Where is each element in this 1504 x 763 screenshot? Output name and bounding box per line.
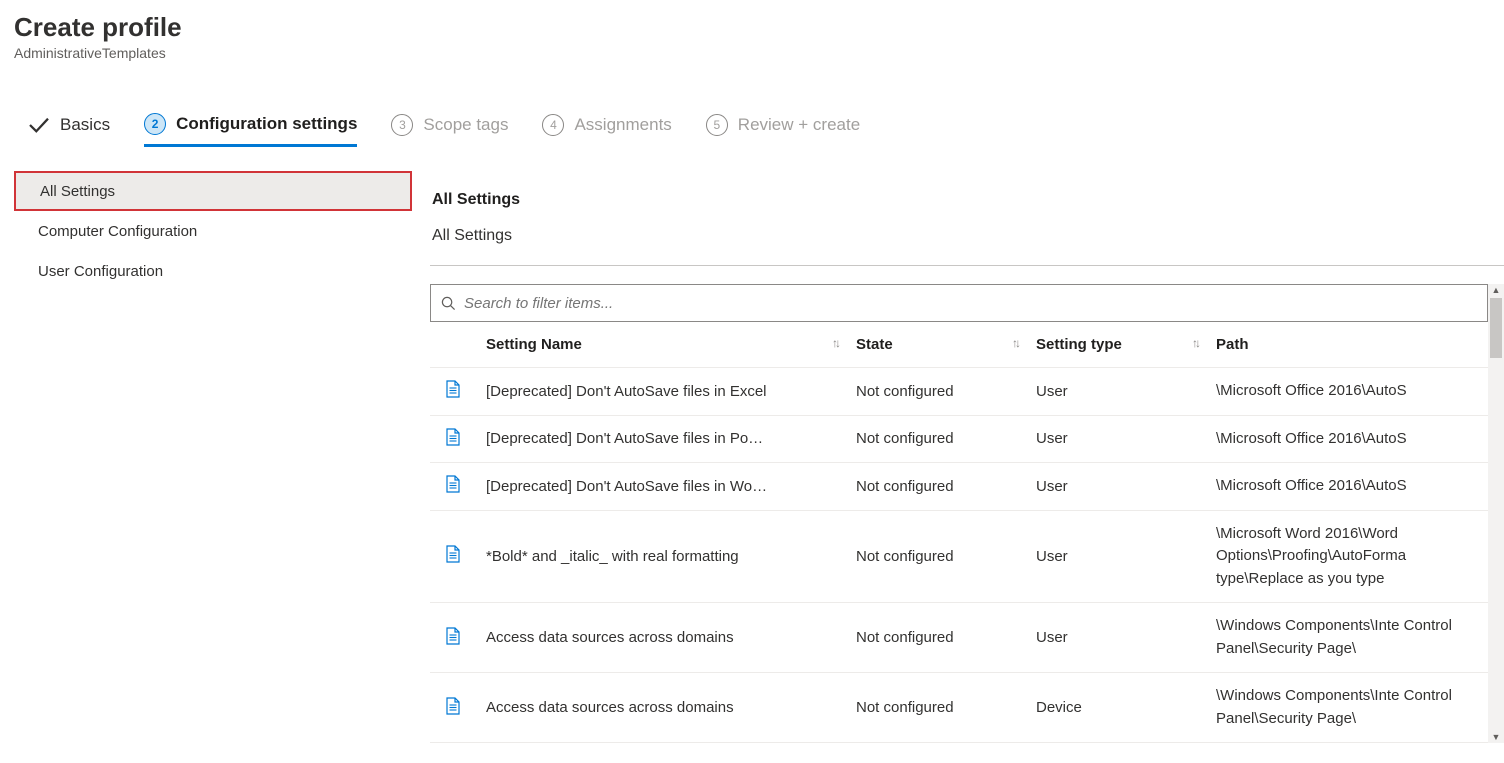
category-sidebar: All SettingsComputer ConfigurationUser C… [14,171,412,743]
setting-name-cell: Access data sources across domains [478,603,848,673]
wizard-step-label: Basics [60,115,110,135]
setting-path-cell: \Microsoft Office 2016\AutoS [1208,368,1488,416]
checkmark-icon [28,116,50,134]
scrollbar-thumb[interactable] [1490,298,1502,358]
setting-name-cell: *Bold* and _italic_ with real formatting [478,510,848,603]
setting-path-cell: \Microsoft Office 2016\AutoS [1208,463,1488,511]
wizard-step-label: Scope tags [423,115,508,135]
search-input[interactable] [464,295,1477,312]
section-title: All Settings [430,191,1504,209]
setting-type-cell: User [1028,510,1208,603]
setting-name-cell: [Deprecated] Don't AutoSave files in Wo… [478,463,848,511]
wizard-step-label: Configuration settings [176,114,357,134]
page-title: Create profile [14,12,1504,43]
wizard-step-basics[interactable]: Basics [28,103,110,147]
table-row[interactable]: Access data sources across domainsNot co… [430,603,1488,673]
search-box[interactable] [430,284,1488,322]
sort-icon: ↑↓ [1192,336,1198,350]
search-icon [441,296,456,311]
table-row[interactable]: [Deprecated] Don't AutoSave files in Po…… [430,415,1488,463]
wizard-step-label: Review + create [738,115,860,135]
document-icon [445,545,461,563]
sort-icon: ↑↓ [832,336,838,350]
breadcrumb: All Settings [430,227,1504,245]
setting-state-cell: Not configured [848,673,1028,743]
step-number-badge: 5 [706,114,728,136]
step-number-badge: 4 [542,114,564,136]
sidebar-item-all-settings[interactable]: All Settings [14,171,412,211]
column-header-name[interactable]: Setting Name↑↓ [478,322,848,368]
setting-path-cell: \Microsoft Office 2016\AutoS [1208,415,1488,463]
setting-state-cell: Not configured [848,463,1028,511]
setting-name-cell: [Deprecated] Don't AutoSave files in Exc… [478,368,848,416]
wizard-step-scope-tags[interactable]: 3 Scope tags [391,103,508,147]
setting-state-cell: Not configured [848,415,1028,463]
document-icon [445,428,461,446]
setting-path-cell: \Windows Components\Inte Control Panel\S… [1208,673,1488,743]
sidebar-item-computer-configuration[interactable]: Computer Configuration [14,211,412,251]
document-icon [445,380,461,398]
setting-type-cell: Device [1028,673,1208,743]
setting-path-cell: \Microsoft Word 2016\Word Options\Proofi… [1208,510,1488,603]
setting-state-cell: Not configured [848,510,1028,603]
setting-name-cell: [Deprecated] Don't AutoSave files in Po… [478,415,848,463]
sort-icon: ↑↓ [1012,336,1018,350]
setting-state-cell: Not configured [848,368,1028,416]
step-number-badge: 3 [391,114,413,136]
column-header-type[interactable]: Setting type↑↓ [1028,322,1208,368]
column-header-state[interactable]: State↑↓ [848,322,1028,368]
wizard-step-configuration-settings[interactable]: 2 Configuration settings [144,103,357,147]
settings-table: Setting Name↑↓ State↑↓ Setting type↑↓ Pa… [430,322,1488,743]
setting-type-cell: User [1028,368,1208,416]
wizard-step-review-create[interactable]: 5 Review + create [706,103,860,147]
wizard-step-label: Assignments [574,115,671,135]
document-icon [445,627,461,645]
document-icon [445,697,461,715]
vertical-scrollbar[interactable]: ▲ ▼ [1488,284,1504,743]
table-row[interactable]: Access data sources across domainsNot co… [430,673,1488,743]
setting-type-cell: User [1028,415,1208,463]
setting-path-cell: \Windows Components\Inte Control Panel\S… [1208,603,1488,673]
page-subtitle: AdministrativeTemplates [14,45,1504,61]
scroll-down-icon[interactable]: ▼ [1490,731,1502,743]
wizard-steps: Basics 2 Configuration settings 3 Scope tags… [14,103,1504,147]
setting-type-cell: User [1028,603,1208,673]
sidebar-item-user-configuration[interactable]: User Configuration [14,251,412,291]
column-header-path[interactable]: Path [1208,322,1488,368]
step-number-badge: 2 [144,113,166,135]
table-row[interactable]: *Bold* and _italic_ with real formatting… [430,510,1488,603]
setting-state-cell: Not configured [848,603,1028,673]
table-row[interactable]: [Deprecated] Don't AutoSave files in Exc… [430,368,1488,416]
setting-type-cell: User [1028,463,1208,511]
setting-name-cell: Access data sources across domains [478,673,848,743]
document-icon [445,475,461,493]
scroll-up-icon[interactable]: ▲ [1490,284,1502,296]
table-row[interactable]: [Deprecated] Don't AutoSave files in Wo…… [430,463,1488,511]
divider [430,265,1504,266]
wizard-step-assignments[interactable]: 4 Assignments [542,103,671,147]
